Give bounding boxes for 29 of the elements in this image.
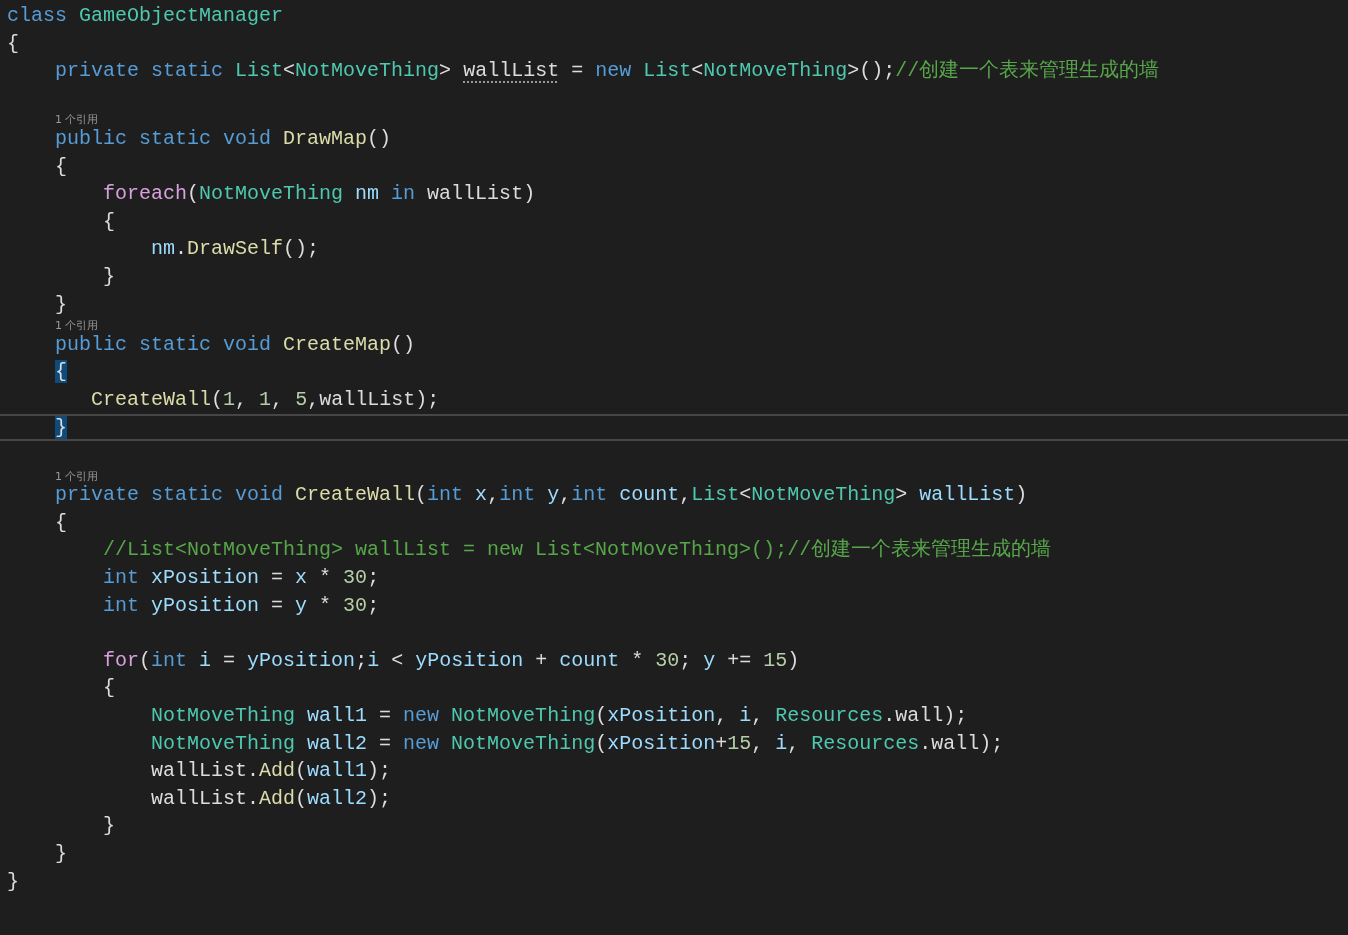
- code-line: wallList.Add(wall2);: [150, 786, 392, 810]
- code-line: for(int i = yPosition;i < yPosition + count * 30; y += 15): [102, 648, 800, 672]
- code-line: public static void DrawMap(): [54, 126, 392, 150]
- code-line: NotMoveThing wall2 = new NotMoveThing(xPosition+15, i, Resources.wall);: [150, 731, 1004, 755]
- code-line: {: [102, 676, 116, 700]
- code-line: {: [102, 209, 116, 233]
- code-line: {: [54, 510, 67, 534]
- code-line: private static List<NotMoveThing> wallList = new List<NotMoveThing>();//创建一个表来管理生成的墙: [54, 59, 1160, 83]
- reference-count-link[interactable]: 1 个引用: [55, 319, 99, 333]
- code-line: }: [102, 814, 116, 838]
- code-line: int xPosition = x * 30;: [102, 566, 380, 590]
- code-line: foreach(NotMoveThing nm in wallList): [102, 182, 536, 206]
- code-line: int yPosition = y * 30;: [102, 593, 380, 617]
- code-line: {: [7, 31, 19, 55]
- code-line: private static void CreateWall(int x,int y,int count,List<NotMoveThing> wallList): [54, 483, 1028, 507]
- code-line: NotMoveThing wall1 = new NotMoveThing(xPosition, i, Resources.wall);: [150, 704, 968, 728]
- code-line: public static void CreateMap(): [54, 332, 416, 356]
- code-line: class GameObjectManager: [7, 4, 284, 27]
- code-line: }: [54, 292, 67, 316]
- code-line: }: [7, 869, 19, 893]
- code-line: wallList.Add(wall1);: [150, 759, 392, 783]
- reference-count-link[interactable]: 1 个引用: [55, 469, 99, 483]
- code-line: nm.DrawSelf();: [150, 237, 320, 261]
- code-line: //List<NotMoveThing> wallList = new List<NotMoveThing>();//创建一个表来管理生成的墙: [102, 538, 1052, 562]
- code-line: }: [102, 264, 116, 288]
- reference-count-link[interactable]: 1 个引用: [55, 113, 99, 127]
- code-line: }: [54, 842, 67, 865]
- code-line: CreateWall(1, 1, 5,wallList);: [90, 387, 440, 411]
- code-line: {: [54, 154, 67, 178]
